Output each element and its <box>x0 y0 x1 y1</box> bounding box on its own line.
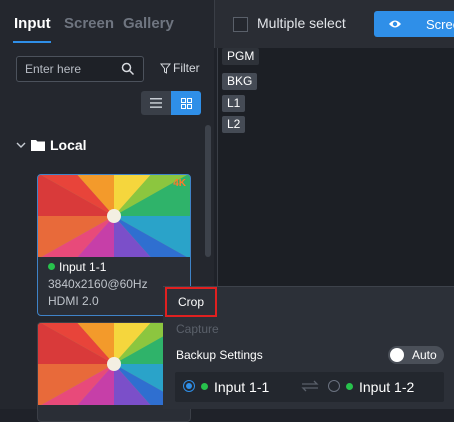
toggle-knob <box>390 348 404 362</box>
search-icon[interactable] <box>121 62 135 76</box>
layer-l2[interactable]: L2 <box>222 116 246 133</box>
multiple-select-label: Multiple select <box>257 15 346 31</box>
local-group-header[interactable]: Local <box>16 137 87 153</box>
crop-button[interactable]: Crop <box>165 287 217 317</box>
auto-toggle[interactable]: Auto <box>388 346 444 364</box>
backup-source-row: Input 1-1 Input 1-2 <box>175 372 444 402</box>
folder-icon <box>31 140 45 151</box>
chevron-down-icon <box>16 142 26 148</box>
toolbar: Multiple select Scree <box>214 0 454 48</box>
layer-l1[interactable]: L1 <box>222 95 246 112</box>
search-box <box>16 56 144 82</box>
search-input[interactable] <box>25 61 121 77</box>
filter-icon <box>160 63 171 74</box>
grid-icon <box>180 97 192 109</box>
eye-icon <box>389 20 401 28</box>
filter-label: Filter <box>173 61 200 75</box>
tab-input[interactable]: Input <box>14 15 51 32</box>
filter-button[interactable]: Filter <box>160 61 200 75</box>
screen-button-label: Scree <box>426 17 454 32</box>
screen-button[interactable]: Scree <box>374 11 454 37</box>
multiple-select-checkbox[interactable] <box>233 17 248 32</box>
list-view-button[interactable] <box>141 91 171 115</box>
view-toggle <box>141 91 201 115</box>
primary-source-label: Input 1-1 <box>214 379 270 395</box>
layer-bkg[interactable]: BKG <box>222 73 258 90</box>
list-icon <box>150 98 162 108</box>
primary-source-radio[interactable] <box>183 380 195 392</box>
swap-icon[interactable] <box>301 380 319 392</box>
tab-screen[interactable]: Screen <box>64 15 114 32</box>
source-name: Input 1-1 <box>59 260 107 274</box>
backup-settings-label: Backup Settings <box>176 348 263 362</box>
grid-view-button[interactable] <box>171 91 201 115</box>
capture-button[interactable]: Capture <box>176 322 219 336</box>
backup-source-label: Input 1-2 <box>359 379 415 395</box>
online-status-icon <box>48 263 55 270</box>
resolution-badge: 4K <box>173 178 186 189</box>
online-status-icon <box>201 383 208 390</box>
tab-gallery[interactable]: Gallery <box>123 15 174 32</box>
active-tab-indicator <box>13 41 51 43</box>
scrollbar[interactable] <box>205 125 211 257</box>
online-status-icon <box>346 383 353 390</box>
source-thumbnail <box>38 175 190 257</box>
layer-pgm[interactable]: PGM <box>222 48 260 65</box>
backup-source-radio[interactable] <box>328 380 340 392</box>
group-label: Local <box>50 137 87 153</box>
auto-label: Auto <box>412 348 437 362</box>
